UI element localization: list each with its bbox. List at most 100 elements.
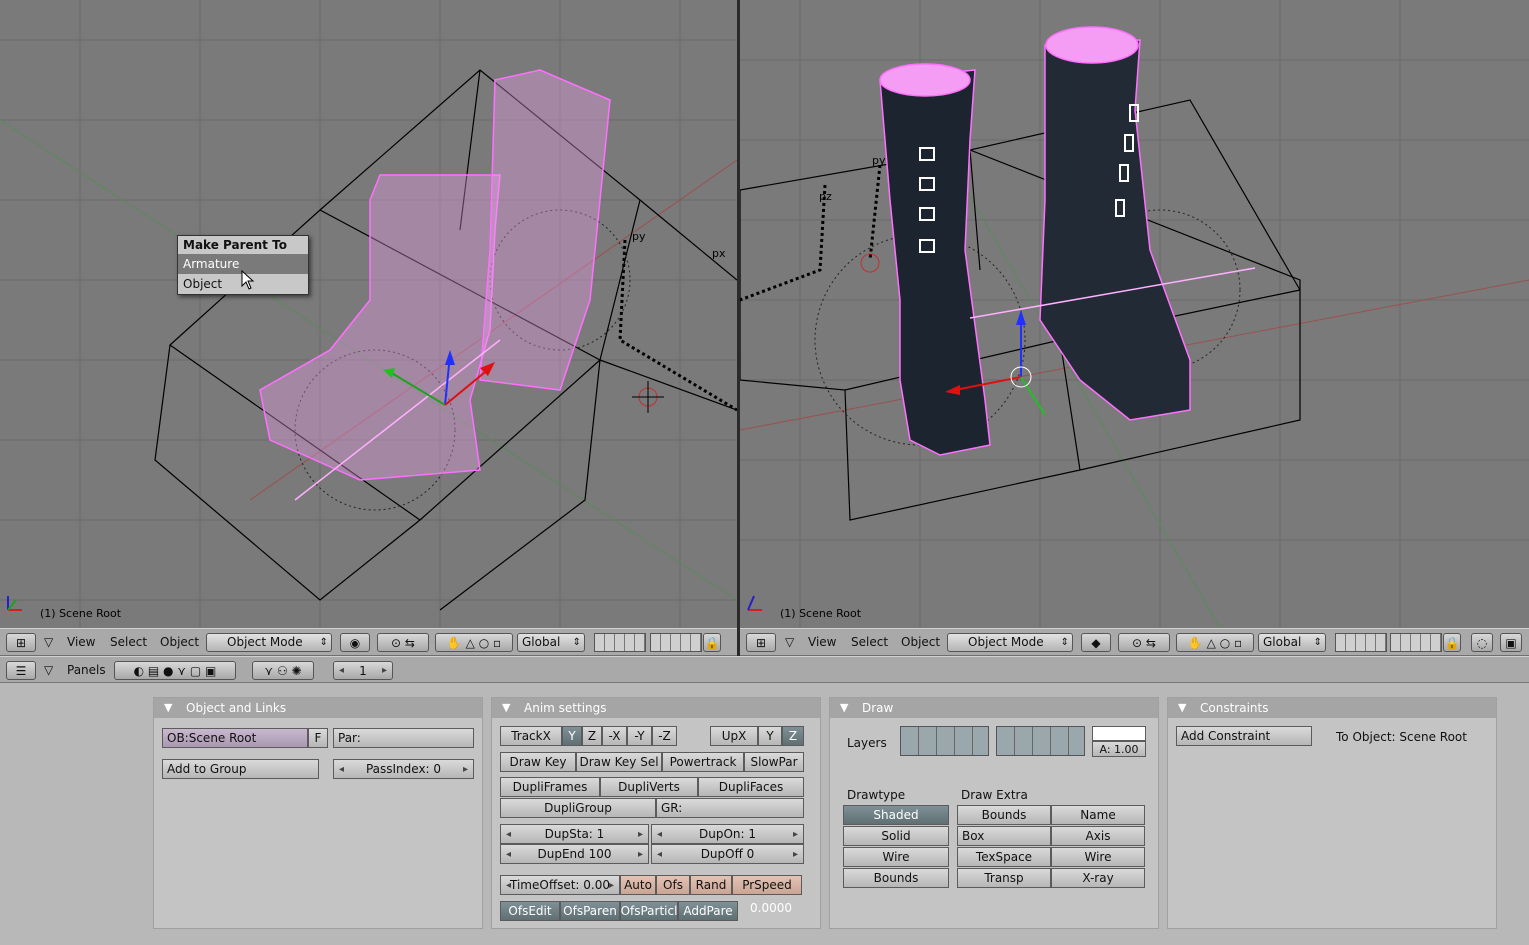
axis-toggle[interactable]: Axis — [1051, 826, 1145, 846]
lock-icon[interactable]: 🔒 — [703, 633, 721, 652]
draw-key-button[interactable]: Draw Key — [500, 752, 576, 772]
manipulator-icons-right[interactable]: ✋ △ ○ ▫ — [1176, 633, 1254, 652]
layer-buttons-1[interactable] — [594, 633, 646, 652]
track-y-button[interactable]: Y — [562, 726, 582, 746]
prspeed-button[interactable]: PrSpeed — [732, 875, 802, 895]
alpha-field[interactable]: A: 1.00 — [1092, 741, 1146, 757]
panel-anim-settings: Anim settings TrackX Y Z -X -Y -Z UpX Y … — [491, 697, 821, 929]
render-icon[interactable]: ◌ — [1471, 633, 1493, 652]
pivot-icon[interactable]: ⊙ ⇆ — [377, 633, 429, 652]
dupliverts-button[interactable]: DupliVerts — [600, 777, 698, 797]
rand-button[interactable]: Rand — [690, 875, 732, 895]
track-x-button[interactable]: TrackX — [500, 726, 562, 746]
drawtype-solid[interactable]: Solid — [843, 826, 949, 846]
dupon-field[interactable]: DupOn: 1 — [651, 824, 804, 844]
layer-grid-1[interactable] — [900, 726, 989, 756]
auto-button[interactable]: Auto — [620, 875, 656, 895]
layer-buttons-2[interactable] — [650, 633, 702, 652]
name-toggle[interactable]: Name — [1051, 805, 1145, 825]
context-icons[interactable]: ◐ ▤ ● ⋎ ▢ ▣ — [114, 661, 236, 680]
pass-index-field[interactable]: PassIndex: 0 — [333, 759, 474, 779]
add-to-group-button[interactable]: Add to Group — [162, 759, 319, 779]
menu-object-right[interactable]: Object — [901, 635, 940, 649]
viewport-header-right: ⊞ ▽ View Select Object Object Mode ◆ ⊙ ⇆… — [740, 628, 1529, 656]
texspace-toggle[interactable]: TexSpace — [957, 847, 1051, 867]
mode-select[interactable]: Object Mode — [206, 633, 332, 652]
draw-key-sel-button[interactable]: Draw Key Sel — [576, 752, 662, 772]
drawtype-bounds[interactable]: Bounds — [843, 868, 949, 888]
layer-grid-2[interactable] — [996, 726, 1085, 756]
xray-toggle[interactable]: X-ray — [1051, 868, 1145, 888]
ofs-button[interactable]: Ofs — [656, 875, 690, 895]
panel-title-object-links[interactable]: Object and Links — [154, 698, 482, 718]
add-constraint-button[interactable]: Add Constraint — [1176, 726, 1312, 746]
lock-icon-right[interactable]: 🔒 — [1443, 633, 1461, 652]
fake-user-button[interactable]: F — [308, 728, 328, 748]
pivot-icon-right[interactable]: ⊙ ⇆ — [1118, 633, 1170, 652]
track-negz-button[interactable]: -Z — [652, 726, 677, 746]
layer-buttons-right-2[interactable] — [1390, 633, 1442, 652]
frame-number-field[interactable]: 1 — [333, 661, 393, 680]
addpare-button[interactable]: AddPare — [678, 901, 738, 921]
track-z-button[interactable]: Z — [582, 726, 602, 746]
panel-object-links: Object and Links OB:Scene Root F Par: Ad… — [153, 697, 483, 929]
panel-title-constraints[interactable]: Constraints — [1168, 698, 1496, 718]
panel-title-draw[interactable]: Draw — [830, 698, 1158, 718]
viewport-left[interactable]: py px (1) Scene Root — [0, 0, 737, 628]
color-swatch[interactable] — [1092, 726, 1146, 741]
bounds-toggle[interactable]: Bounds — [957, 805, 1051, 825]
parent-field[interactable]: Par: — [333, 728, 474, 748]
up-y-button[interactable]: Y — [758, 726, 782, 746]
editor-type-icon-buttons[interactable]: ☰ — [6, 661, 36, 680]
panel-title-anim-settings[interactable]: Anim settings — [492, 698, 820, 718]
menu-select-right[interactable]: Select — [851, 635, 888, 649]
transp-toggle[interactable]: Transp — [957, 868, 1051, 888]
ofsparticl-button[interactable]: OfsParticl — [620, 901, 678, 921]
up-x-button[interactable]: UpX — [710, 726, 758, 746]
bounds-type-select[interactable]: Box — [957, 826, 1051, 846]
dupligroup-button[interactable]: DupliGroup — [500, 798, 656, 818]
track-negy-button[interactable]: -Y — [627, 726, 652, 746]
menu-view-right[interactable]: View — [808, 635, 836, 649]
subcontext-icons[interactable]: ⋎ ⚇ ✺ — [252, 661, 314, 680]
ofsparen-button[interactable]: OfsParen — [560, 901, 620, 921]
scene-label-left: (1) Scene Root — [40, 607, 122, 620]
editor-type-icon[interactable]: ⊞ — [6, 633, 36, 652]
powertrack-button[interactable]: Powertrack — [662, 752, 744, 772]
up-z-button[interactable]: Z — [782, 726, 804, 746]
mode-select-right[interactable]: Object Mode — [947, 633, 1073, 652]
group-field[interactable]: GR: — [656, 798, 804, 818]
draw-type-icon-right[interactable]: ◆ — [1081, 633, 1111, 652]
dupsta-field[interactable]: DupSta: 1 — [500, 824, 649, 844]
object-name-field[interactable]: OB:Scene Root — [162, 728, 308, 748]
dupend-field[interactable]: DupEnd 100 — [500, 844, 649, 864]
axis-label-py: py — [632, 230, 646, 243]
menu-select[interactable]: Select — [110, 635, 147, 649]
manipulator-icons[interactable]: ✋ △ ○ ▫ — [435, 633, 513, 652]
draw-type-icon[interactable]: ◉ — [340, 633, 370, 652]
editor-type-icon-right[interactable]: ⊞ — [746, 633, 776, 652]
render-window-icon[interactable]: ▣ — [1500, 633, 1522, 652]
track-negx-button[interactable]: -X — [602, 726, 627, 746]
dupoff-field[interactable]: DupOff 0 — [651, 844, 804, 864]
axis-label-pz: pz — [819, 190, 832, 203]
menu-view[interactable]: View — [67, 635, 95, 649]
collapse-arrow-icon-buttons[interactable]: ▽ — [44, 663, 53, 677]
panel-draw: Draw Layers A: 1.00 Drawtype Shaded Soli… — [829, 697, 1159, 929]
duplifaces-button[interactable]: DupliFaces — [698, 777, 804, 797]
collapse-arrow-icon[interactable]: ▽ — [44, 635, 53, 649]
dupliframes-button[interactable]: DupliFrames — [500, 777, 600, 797]
drawtype-wire[interactable]: Wire — [843, 847, 949, 867]
viewport-right[interactable]: py pz (1) Scene Root — [740, 0, 1529, 628]
orientation-select[interactable]: Global — [517, 633, 585, 652]
panel-constraints: Constraints Add Constraint To Object: Sc… — [1167, 697, 1497, 929]
slowpar-button[interactable]: SlowPar — [744, 752, 804, 772]
collapse-arrow-icon-right[interactable]: ▽ — [785, 635, 794, 649]
menu-object[interactable]: Object — [160, 635, 199, 649]
ofsedit-button[interactable]: OfsEdit — [500, 901, 560, 921]
wire-toggle[interactable]: Wire — [1051, 847, 1145, 867]
orientation-select-right[interactable]: Global — [1258, 633, 1326, 652]
timeoffset-field[interactable]: TimeOffset: 0.00 — [500, 875, 620, 895]
layer-buttons-right-1[interactable] — [1335, 633, 1387, 652]
drawtype-shaded[interactable]: Shaded — [843, 805, 949, 825]
